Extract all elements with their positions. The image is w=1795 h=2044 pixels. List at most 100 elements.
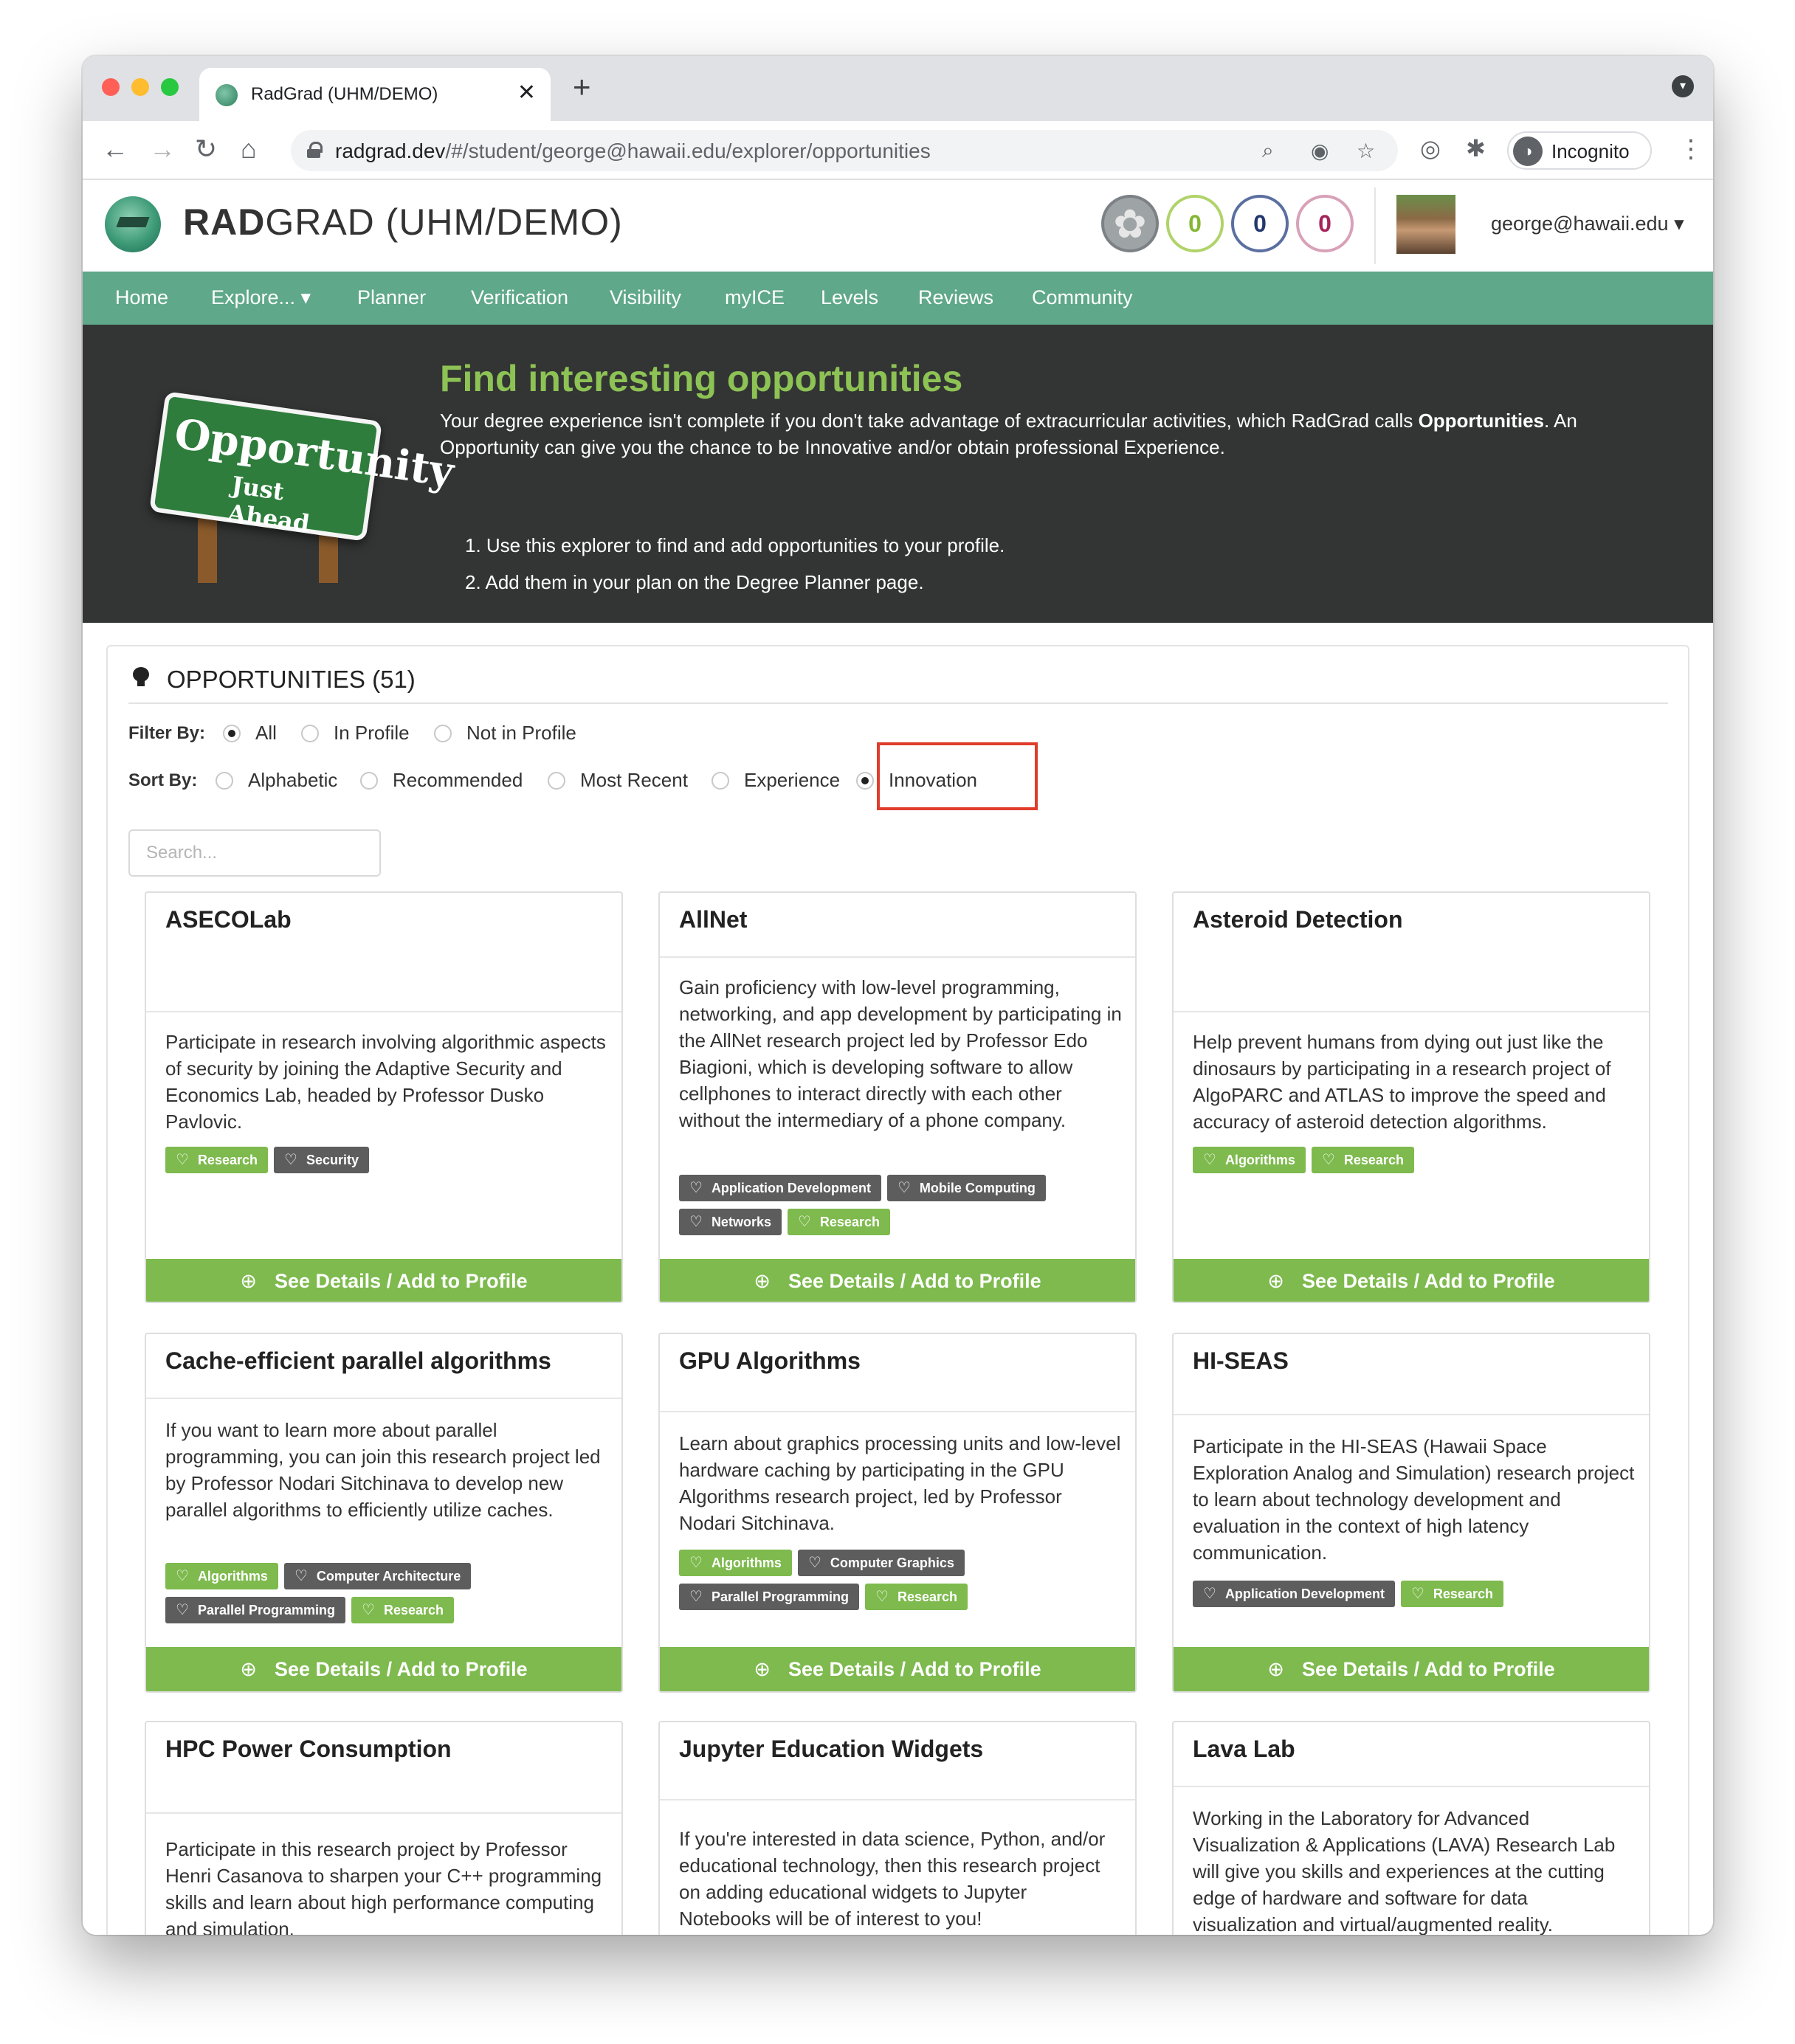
interest-tag[interactable]: Parallel Programming bbox=[679, 1584, 860, 1610]
incognito-indicator[interactable]: ◑ Incognito bbox=[1507, 131, 1652, 170]
interest-tag[interactable]: Research bbox=[787, 1209, 890, 1235]
site-brand[interactable]: RADGRAD (UHM/DEMO) bbox=[183, 201, 623, 244]
sort-innovation-radio[interactable] bbox=[856, 772, 874, 790]
bookmark-star-icon[interactable]: ☆ bbox=[1357, 139, 1375, 163]
banner-outro: Once they are in your plan, RadGrad can … bbox=[440, 624, 1548, 646]
sort-experience-radio[interactable] bbox=[712, 772, 729, 790]
address-bar[interactable]: radgrad.dev/#/student/george@hawaii.edu/… bbox=[291, 130, 1398, 171]
card-title[interactable]: HI-SEAS bbox=[1193, 1347, 1289, 1375]
ice-flower-icon[interactable] bbox=[1101, 195, 1159, 252]
see-details-button[interactable]: ⊕ See Details / Add to Profile bbox=[1174, 1647, 1649, 1691]
interest-tag[interactable]: Algorithms bbox=[165, 1563, 278, 1589]
extension-globe-icon[interactable]: ◎ bbox=[1420, 134, 1441, 162]
filter-not-in-profile-label[interactable]: Not in Profile bbox=[466, 722, 576, 745]
experience-points-badge[interactable]: 0 bbox=[1296, 195, 1354, 252]
sort-recommended-radio[interactable] bbox=[360, 772, 378, 790]
browser-window: RadGrad (UHM/DEMO) ✕ + ▾ ← → ↻ ⌂ radgrad… bbox=[83, 56, 1713, 1935]
menu-item-verification[interactable]: Verification bbox=[471, 286, 568, 309]
home-icon[interactable]: ⌂ bbox=[241, 134, 257, 164]
interest-tag[interactable]: Research bbox=[165, 1147, 268, 1173]
interest-tag[interactable]: Mobile Computing bbox=[886, 1175, 1046, 1201]
menu-item-reviews[interactable]: Reviews bbox=[918, 286, 993, 309]
sort-alphabetic-label[interactable]: Alphabetic bbox=[248, 769, 337, 792]
opportunity-card: Jupyter Education Widgets If you're inte… bbox=[658, 1721, 1137, 1935]
card-title[interactable]: HPC Power Consumption bbox=[165, 1736, 452, 1763]
sort-recommended-label[interactable]: Recommended bbox=[393, 769, 523, 792]
sort-most-recent-radio[interactable] bbox=[548, 772, 565, 790]
forward-arrow-icon[interactable]: → bbox=[149, 134, 176, 164]
filter-in-profile-label[interactable]: In Profile bbox=[334, 722, 410, 745]
search-input[interactable]: Search... bbox=[128, 829, 381, 877]
minimize-window-button[interactable] bbox=[131, 78, 149, 96]
menu-item-home[interactable]: Home bbox=[115, 286, 168, 309]
avatar[interactable] bbox=[1396, 195, 1455, 254]
browser-menu-icon[interactable]: ⋮ bbox=[1678, 134, 1703, 164]
heading-divider bbox=[128, 702, 1668, 704]
opportunity-card: Cache-efficient parallel algorithms If y… bbox=[145, 1333, 623, 1693]
search-placeholder: Search... bbox=[146, 843, 218, 863]
back-arrow-icon[interactable]: ← bbox=[102, 134, 128, 164]
incognito-icon: ◑ bbox=[1513, 137, 1543, 166]
tab-search-icon[interactable]: ▾ bbox=[1672, 75, 1694, 97]
new-tab-icon[interactable]: + bbox=[573, 69, 591, 105]
see-details-button[interactable]: ⊕ See Details / Add to Profile bbox=[146, 1259, 621, 1302]
interest-tag[interactable]: Parallel Programming bbox=[165, 1597, 346, 1623]
card-title[interactable]: Asteroid Detection bbox=[1193, 906, 1402, 933]
card-title[interactable]: Lava Lab bbox=[1193, 1736, 1295, 1763]
card-title[interactable]: Jupyter Education Widgets bbox=[679, 1736, 983, 1763]
page-title: Find interesting opportunities bbox=[440, 358, 963, 399]
filter-all-label[interactable]: All bbox=[255, 722, 277, 745]
interest-tag[interactable]: Computer Graphics bbox=[797, 1550, 965, 1576]
filter-not-in-profile-radio[interactable] bbox=[434, 725, 452, 742]
card-divider bbox=[146, 1011, 621, 1012]
filter-in-profile-radio[interactable] bbox=[301, 725, 319, 742]
card-title[interactable]: GPU Algorithms bbox=[679, 1347, 861, 1375]
opportunity-card: ASECOLab Participate in research involvi… bbox=[145, 891, 623, 1303]
sort-alphabetic-radio[interactable] bbox=[216, 772, 233, 790]
see-details-button[interactable]: ⊕ See Details / Add to Profile bbox=[660, 1259, 1135, 1302]
banner-step-1: 1. Use this explorer to find and add opp… bbox=[465, 534, 1005, 556]
interest-tag[interactable]: Algorithms bbox=[1193, 1147, 1306, 1173]
menu-item-community[interactable]: Community bbox=[1032, 286, 1133, 309]
card-title[interactable]: Cache-efficient parallel algorithms bbox=[165, 1347, 551, 1375]
sort-experience-label[interactable]: Experience bbox=[744, 769, 840, 792]
menu-item-myice[interactable]: myICE bbox=[725, 286, 785, 309]
reload-icon[interactable]: ↻ bbox=[195, 134, 217, 164]
close-window-button[interactable] bbox=[102, 78, 120, 96]
innovation-points-badge[interactable]: 0 bbox=[1166, 195, 1224, 252]
user-dropdown[interactable]: george@hawaii.edu ▾ bbox=[1491, 213, 1684, 235]
card-description: Working in the Laboratory for Advanced V… bbox=[1193, 1807, 1616, 1935]
menu-item-explore[interactable]: Explore... ▾ bbox=[211, 286, 311, 309]
competency-points-badge[interactable]: 0 bbox=[1231, 195, 1289, 252]
interest-tag[interactable]: Algorithms bbox=[679, 1550, 792, 1576]
close-tab-icon[interactable]: ✕ bbox=[517, 80, 536, 106]
menu-item-visibility[interactable]: Visibility bbox=[610, 286, 681, 309]
interest-tag[interactable]: Research bbox=[1400, 1581, 1503, 1607]
tracking-eye-icon[interactable]: ◉ bbox=[1311, 139, 1329, 163]
sort-most-recent-label[interactable]: Most Recent bbox=[580, 769, 688, 792]
see-details-button[interactable]: ⊕ See Details / Add to Profile bbox=[1174, 1259, 1649, 1302]
interest-tag[interactable]: Research bbox=[1311, 1147, 1414, 1173]
menu-item-planner[interactable]: Planner bbox=[357, 286, 426, 309]
interest-tag[interactable]: Application Development bbox=[1193, 1581, 1395, 1607]
interest-tag[interactable]: Security bbox=[274, 1147, 369, 1173]
filter-label: Filter By: bbox=[128, 723, 206, 743]
see-details-button[interactable]: ⊕ See Details / Add to Profile bbox=[660, 1647, 1135, 1691]
interest-tag[interactable]: Research bbox=[351, 1597, 455, 1623]
interest-tag[interactable]: Computer Architecture bbox=[283, 1563, 472, 1589]
interest-tag[interactable]: Application Development bbox=[679, 1175, 881, 1201]
maximize-window-button[interactable] bbox=[161, 78, 179, 96]
radgrad-logo[interactable] bbox=[105, 196, 161, 252]
card-title[interactable]: AllNet bbox=[679, 906, 747, 933]
opportunity-card: Asteroid Detection Help prevent humans f… bbox=[1172, 891, 1650, 1303]
filter-all-radio[interactable] bbox=[223, 725, 241, 742]
see-details-button[interactable]: ⊕ See Details / Add to Profile bbox=[146, 1647, 621, 1691]
menu-item-levels[interactable]: Levels bbox=[821, 286, 878, 309]
interest-tag[interactable]: Research bbox=[865, 1584, 968, 1610]
interest-tag[interactable]: Networks bbox=[679, 1209, 782, 1235]
browser-tab[interactable]: RadGrad (UHM/DEMO) ✕ bbox=[199, 68, 551, 121]
zoom-icon[interactable]: ⌕ bbox=[1262, 139, 1274, 163]
card-title[interactable]: ASECOLab bbox=[165, 906, 292, 933]
extensions-puzzle-icon[interactable]: ✱ bbox=[1466, 134, 1486, 162]
sign-board: Opportunity Just Ahead bbox=[149, 391, 457, 542]
